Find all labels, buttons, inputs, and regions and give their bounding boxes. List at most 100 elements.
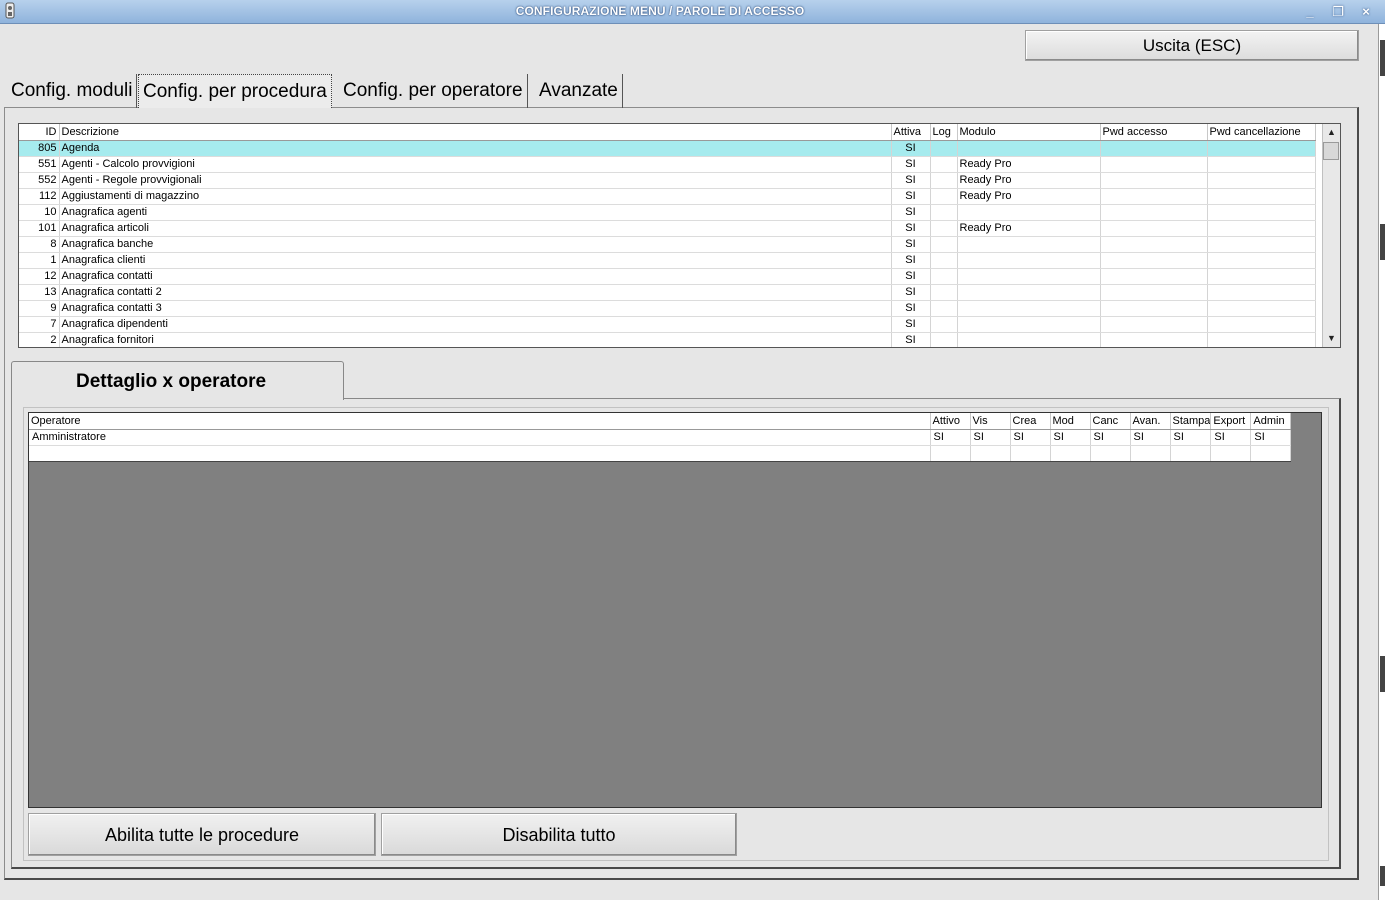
scroll-up-icon[interactable]: ▲ — [1323, 124, 1340, 141]
table-row[interactable]: 13 Anagrafica contatti 2 SI — [19, 284, 1316, 301]
cell-pwd-cancellazione[interactable] — [1207, 252, 1316, 269]
cell-pwd-cancellazione[interactable] — [1207, 236, 1316, 253]
cell-log[interactable] — [930, 140, 958, 157]
col-header-attivo[interactable]: Attivo — [930, 413, 971, 430]
cell-descrizione[interactable]: Agenti - Calcolo provvigioni — [59, 156, 892, 173]
cell-operatore[interactable]: Amministratore — [29, 429, 931, 446]
col-header-admin[interactable]: Admin — [1250, 413, 1292, 430]
cell-descrizione[interactable]: Anagrafica banche — [59, 236, 892, 253]
cell-id[interactable]: 1 — [19, 252, 60, 269]
procedure-grid[interactable]: ID Descrizione Attiva Log Modulo Pwd acc… — [18, 123, 1341, 348]
cell-id[interactable]: 7 — [19, 316, 60, 333]
cell-pwd-accesso[interactable] — [1100, 220, 1208, 237]
cell-permission[interactable]: SI — [930, 429, 971, 446]
cell-modulo[interactable] — [957, 300, 1101, 317]
table-row[interactable]: 8 Anagrafica banche SI — [19, 236, 1316, 253]
cell-attiva[interactable]: SI — [891, 268, 931, 285]
col-header-log[interactable]: Log — [930, 124, 958, 141]
scroll-down-icon[interactable]: ▼ — [1323, 330, 1340, 347]
cell-pwd-cancellazione[interactable] — [1207, 220, 1316, 237]
disable-all-button[interactable]: Disabilita tutto — [381, 813, 737, 856]
cell-attiva[interactable]: SI — [891, 252, 931, 269]
cell-permission[interactable]: SI — [1050, 429, 1091, 446]
cell-log[interactable] — [930, 316, 958, 333]
empty-cell[interactable] — [1250, 445, 1292, 462]
cell-pwd-cancellazione[interactable] — [1207, 204, 1316, 221]
cell-pwd-accesso[interactable] — [1100, 316, 1208, 333]
empty-cell[interactable] — [1090, 445, 1131, 462]
cell-log[interactable] — [930, 300, 958, 317]
cell-pwd-cancellazione[interactable] — [1207, 300, 1316, 317]
cell-attiva[interactable]: SI — [891, 204, 931, 221]
cell-permission[interactable]: SI — [1090, 429, 1131, 446]
cell-pwd-accesso[interactable] — [1100, 156, 1208, 173]
cell-log[interactable] — [930, 188, 958, 205]
cell-id[interactable]: 8 — [19, 236, 60, 253]
tab-config-per-procedura[interactable]: Config. per procedura — [138, 74, 332, 108]
cell-modulo[interactable] — [957, 236, 1101, 253]
cell-log[interactable] — [930, 204, 958, 221]
table-row[interactable]: 101 Anagrafica articoli SI Ready Pro — [19, 220, 1316, 237]
cell-pwd-cancellazione[interactable] — [1207, 284, 1316, 301]
cell-modulo[interactable] — [957, 268, 1101, 285]
cell-modulo[interactable]: Ready Pro — [957, 220, 1101, 237]
table-row[interactable]: 805 Agenda SI — [19, 140, 1316, 157]
col-header-stampa[interactable]: Stampa — [1170, 413, 1212, 430]
cell-pwd-cancellazione[interactable] — [1207, 172, 1316, 189]
enable-all-button[interactable]: Abilita tutte le procedure — [28, 813, 376, 856]
col-header-vis[interactable]: Vis — [970, 413, 1011, 430]
cell-log[interactable] — [930, 268, 958, 285]
empty-cell[interactable] — [930, 445, 971, 462]
table-row[interactable]: 2 Anagrafica fornitori SI — [19, 332, 1316, 347]
cell-descrizione[interactable]: Anagrafica contatti — [59, 268, 892, 285]
col-header-pwd-accesso[interactable]: Pwd accesso — [1100, 124, 1208, 141]
cell-permission[interactable]: SI — [1170, 429, 1212, 446]
cell-descrizione[interactable]: Anagrafica contatti 2 — [59, 284, 892, 301]
cell-permission[interactable]: SI — [1250, 429, 1292, 446]
table-row[interactable]: 1 Anagrafica clienti SI — [19, 252, 1316, 269]
cell-permission[interactable]: SI — [970, 429, 1011, 446]
exit-button[interactable]: Uscita (ESC) — [1025, 30, 1359, 61]
cell-pwd-accesso[interactable] — [1100, 252, 1208, 269]
tab-dettaglio-operatore[interactable]: Dettaglio x operatore — [11, 361, 344, 400]
cell-pwd-cancellazione[interactable] — [1207, 188, 1316, 205]
cell-log[interactable] — [930, 172, 958, 189]
table-row[interactable]: 9 Anagrafica contatti 3 SI — [19, 300, 1316, 317]
cell-id[interactable]: 101 — [19, 220, 60, 237]
cell-modulo[interactable] — [957, 284, 1101, 301]
cell-id[interactable]: 13 — [19, 284, 60, 301]
cell-id[interactable]: 112 — [19, 188, 60, 205]
cell-pwd-cancellazione[interactable] — [1207, 268, 1316, 285]
table-row[interactable]: 12 Anagrafica contatti SI — [19, 268, 1316, 285]
cell-modulo[interactable] — [957, 140, 1101, 157]
cell-pwd-accesso[interactable] — [1100, 332, 1208, 347]
empty-cell[interactable] — [29, 445, 931, 462]
col-header-operatore[interactable]: Operatore — [29, 413, 931, 430]
empty-cell[interactable] — [1130, 445, 1171, 462]
cell-pwd-cancellazione[interactable] — [1207, 316, 1316, 333]
cell-log[interactable] — [930, 156, 958, 173]
cell-pwd-cancellazione[interactable] — [1207, 332, 1316, 347]
cell-id[interactable]: 551 — [19, 156, 60, 173]
cell-permission[interactable]: SI — [1130, 429, 1171, 446]
cell-log[interactable] — [930, 236, 958, 253]
cell-modulo[interactable] — [957, 316, 1101, 333]
cell-pwd-accesso[interactable] — [1100, 300, 1208, 317]
col-header-descrizione[interactable]: Descrizione — [59, 124, 892, 141]
cell-descrizione[interactable]: Aggiustamenti di magazzino — [59, 188, 892, 205]
cell-permission[interactable]: SI — [1010, 429, 1051, 446]
cell-pwd-accesso[interactable] — [1100, 268, 1208, 285]
table-row[interactable]: Amministratore SI SI SI SI SI SI SI SI SI — [29, 429, 1292, 446]
cell-modulo[interactable]: Ready Pro — [957, 156, 1101, 173]
cell-attiva[interactable]: SI — [891, 300, 931, 317]
minimize-button[interactable]: _ — [1298, 1, 1322, 22]
cell-id[interactable]: 10 — [19, 204, 60, 221]
cell-attiva[interactable]: SI — [891, 284, 931, 301]
cell-modulo[interactable]: Ready Pro — [957, 188, 1101, 205]
cell-descrizione[interactable]: Anagrafica clienti — [59, 252, 892, 269]
cell-attiva[interactable]: SI — [891, 172, 931, 189]
tab-config-moduli[interactable]: Config. moduli — [7, 74, 138, 108]
table-row[interactable]: 551 Agenti - Calcolo provvigioni SI Ready P… — [19, 156, 1316, 173]
cell-log[interactable] — [930, 252, 958, 269]
empty-cell[interactable] — [1170, 445, 1212, 462]
